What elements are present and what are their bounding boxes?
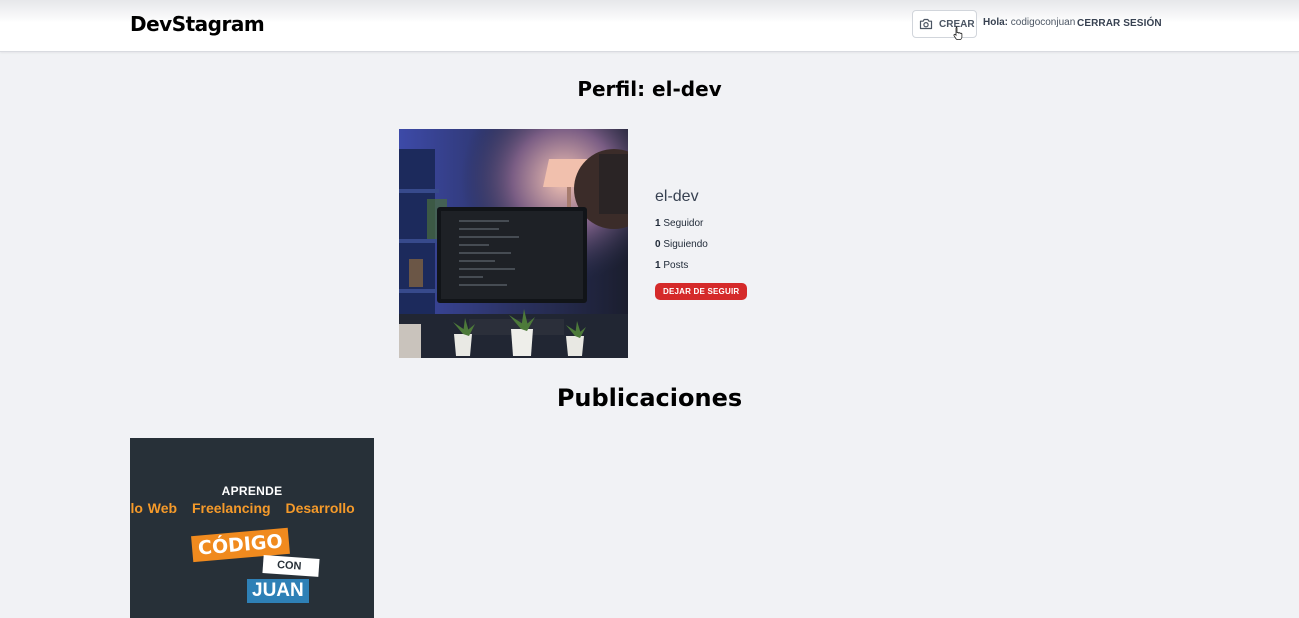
site-logo[interactable]: DevStagram: [130, 12, 265, 36]
post-topic: Desarrollo: [285, 500, 355, 516]
post-brand-con: CON: [262, 555, 321, 577]
user-greeting: Hola: codigoconjuan: [983, 17, 1075, 28]
post-topic: Freelancing: [191, 500, 271, 516]
post-topic: ollo Web: [130, 500, 178, 516]
posts-stat: 1 Posts: [655, 260, 747, 281]
pointer-cursor-icon: [953, 26, 964, 45]
greeting-username[interactable]: codigoconjuan: [1011, 17, 1076, 28]
followers-label: Seguidor: [663, 218, 704, 229]
following-stat: 0 Siguiendo: [655, 239, 747, 260]
camera-icon: [919, 18, 933, 30]
following-count: 0: [655, 239, 661, 250]
profile-avatar: [399, 129, 628, 358]
followers-stat: 1 Seguidor: [655, 218, 747, 239]
top-navbar: DevStagram CREAR Hola: codigoconjuan CER…: [0, 0, 1299, 52]
posts-count: 1: [655, 260, 661, 271]
logout-button[interactable]: CERRAR SESIÓN: [1077, 18, 1162, 29]
following-label: Siguiendo: [663, 239, 708, 250]
greeting-label: Hola:: [983, 17, 1008, 28]
unfollow-button[interactable]: DEJAR DE SEGUIR: [655, 283, 748, 300]
post-brand-juan: JUAN: [247, 579, 309, 603]
post-topics: ollo Web Freelancing Desarrollo: [130, 500, 365, 516]
followers-count: 1: [655, 218, 661, 229]
posts-label: Posts: [663, 260, 689, 271]
post-line-aprende: APRENDE: [221, 484, 283, 498]
create-post-button[interactable]: CREAR: [912, 10, 977, 38]
post-thumbnail[interactable]: APRENDE ollo Web Freelancing Desarrollo …: [130, 438, 374, 618]
profile-title: Perfil: el-dev: [577, 77, 722, 101]
publications-title: Publicaciones: [556, 384, 743, 412]
profile-username: el-dev: [655, 188, 699, 205]
profile-info: el-dev 1 Seguidor 0 Siguiendo 1 Posts DE…: [655, 188, 748, 300]
